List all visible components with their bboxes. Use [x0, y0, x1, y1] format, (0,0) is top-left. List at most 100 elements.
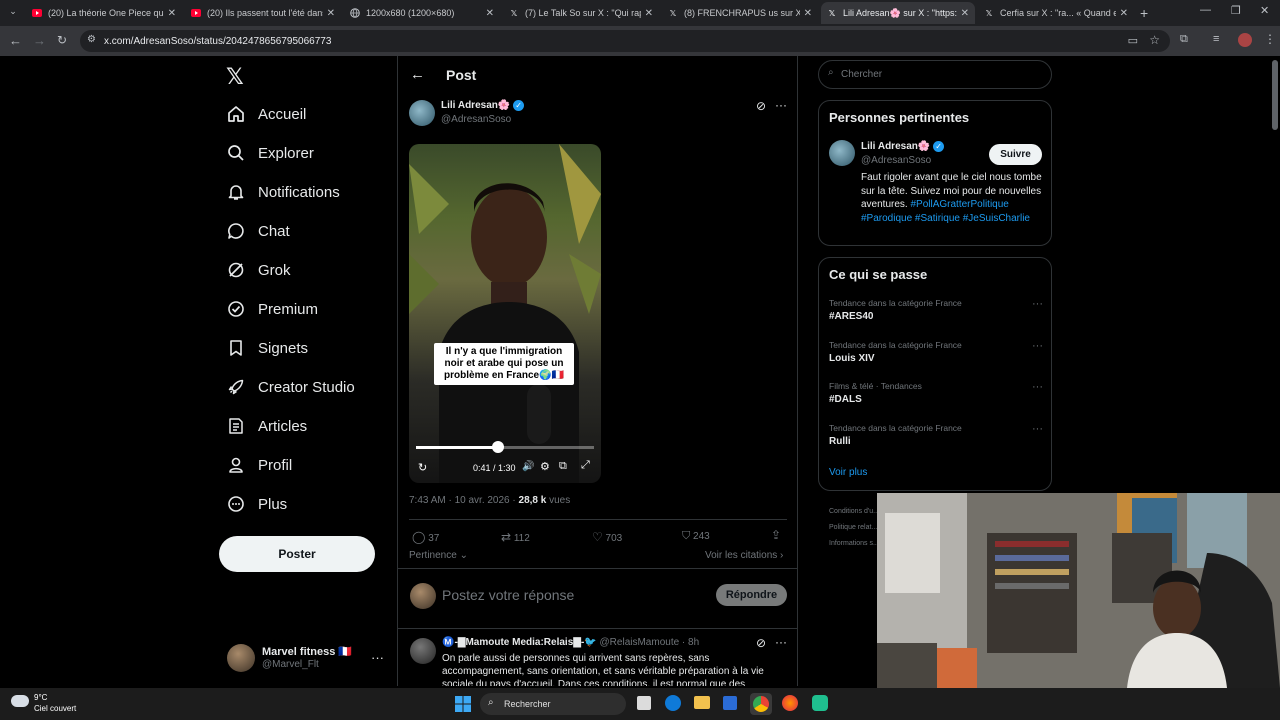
grok-icon[interactable]: ⊘: [756, 99, 766, 113]
search-input[interactable]: ⌕ Chercher: [818, 60, 1052, 89]
restore-icon[interactable]: ❐: [1231, 4, 1241, 17]
trend-more-icon[interactable]: ···: [1032, 423, 1043, 435]
like-stat[interactable]: ♡ 703: [592, 530, 622, 544]
app-icon[interactable]: [812, 695, 828, 711]
tab-2[interactable]: (20) Ils passent tout l'été dans l... ✕: [185, 2, 341, 24]
nav-articles[interactable]: Articles: [226, 411, 307, 441]
nav-explore[interactable]: Explorer: [226, 138, 314, 168]
post-button[interactable]: Poster: [219, 536, 375, 572]
page-scrollbar[interactable]: [1272, 60, 1278, 130]
video-player[interactable]: Il n'y a que l'immigration noir et arabe…: [409, 144, 601, 483]
chrome-icon[interactable]: [753, 696, 769, 712]
windows-start-icon[interactable]: [455, 696, 471, 717]
task-view-icon[interactable]: [637, 696, 651, 710]
repost-stat[interactable]: ⇄ 112: [501, 530, 530, 544]
nav-more[interactable]: Plus: [226, 489, 287, 519]
tab-3[interactable]: 1200x680 (1200×680) ✕: [344, 2, 500, 24]
close-icon[interactable]: ✕: [327, 8, 335, 19]
footer-link[interactable]: Conditions d'u...: [829, 504, 879, 520]
close-icon[interactable]: ✕: [486, 8, 494, 19]
reply-author-avatar[interactable]: [410, 638, 436, 664]
footer-links: Conditions d'u... Politique relat... Inf…: [829, 504, 879, 552]
tab-1[interactable]: (20) La théorie One Piece qui e... ✕: [26, 2, 182, 24]
nav-creator-studio[interactable]: Creator Studio: [226, 372, 355, 402]
firefox-icon[interactable]: [782, 695, 798, 711]
tab-search-icon[interactable]: ⌄: [6, 6, 20, 20]
close-icon[interactable]: ✕: [804, 8, 812, 19]
grok-icon[interactable]: ⊘: [756, 636, 766, 650]
edge-icon[interactable]: [665, 695, 681, 711]
relevant-name-row[interactable]: Lili Adresan🌸 ✓: [861, 141, 945, 152]
video-scrubber-handle[interactable]: [491, 441, 504, 453]
trend-item[interactable]: Films & télé · Tendances #DALS ···: [829, 381, 1043, 405]
close-icon[interactable]: ✕: [1120, 8, 1128, 19]
trend-item[interactable]: Tendance dans la catégorie France #ARES4…: [829, 298, 1043, 322]
account-avatar[interactable]: [227, 644, 255, 672]
reply-input[interactable]: Postez votre réponse: [442, 587, 574, 603]
minimize-icon[interactable]: —: [1200, 4, 1211, 16]
author-name-row[interactable]: Lili Adresan🌸 ✓: [441, 100, 525, 111]
show-more-link[interactable]: Voir plus: [829, 467, 867, 478]
settings-icon[interactable]: ⚙: [540, 460, 550, 473]
trend-more-icon[interactable]: ···: [1032, 381, 1043, 393]
trend-more-icon[interactable]: ···: [1032, 298, 1043, 310]
grok-icon: [228, 262, 244, 278]
window-close-icon[interactable]: ✕: [1260, 4, 1269, 17]
nav-bookmarks[interactable]: Signets: [226, 333, 308, 363]
tab-7[interactable]: 𝕏 Cerfia sur X : "ra... « Quand e... ✕: [978, 2, 1134, 24]
new-tab-icon[interactable]: +: [1140, 5, 1148, 21]
nav-notifications[interactable]: Notifications: [226, 177, 340, 207]
file-explorer-icon[interactable]: [694, 696, 710, 709]
author-handle[interactable]: @AdresanSoso: [441, 114, 511, 125]
share-icon[interactable]: ⇪: [771, 528, 781, 542]
reply-author-row[interactable]: Ⓜ️-▇Mamoute Media:Relais▇-🐦 @RelaisMamou…: [442, 637, 699, 648]
close-icon[interactable]: ✕: [168, 8, 176, 19]
x-logo-icon[interactable]: 𝕏: [226, 64, 244, 90]
address-bar[interactable]: ⚙ x.com/AdresanSoso/status/2042478656795…: [80, 30, 1170, 52]
tab-6-active[interactable]: 𝕏 Lili Adresan🌸 sur X : "https://t... ✕: [821, 2, 975, 24]
nav-chat[interactable]: Chat: [226, 216, 290, 246]
reply-button[interactable]: Répondre: [716, 584, 787, 606]
footer-link[interactable]: Informations s...: [829, 536, 879, 552]
forward-arrow-icon[interactable]: →: [33, 33, 46, 48]
star-icon[interactable]: ☆: [1149, 33, 1160, 47]
trend-item[interactable]: Tendance dans la catégorie France Rulli …: [829, 423, 1043, 447]
tab-5[interactable]: 𝕏 (8) FRENCHRAPUS us sur X : "... ✕: [662, 2, 818, 24]
post-more-icon[interactable]: ···: [775, 98, 787, 112]
media-icon[interactable]: ≡: [1213, 33, 1219, 45]
volume-icon[interactable]: 🔊: [522, 461, 534, 472]
video-progress-track[interactable]: [416, 441, 594, 453]
view-quotes-link[interactable]: Voir les citations ›: [705, 550, 783, 561]
author-avatar[interactable]: [409, 100, 435, 126]
reply-stat[interactable]: ◯ 37: [412, 530, 439, 544]
trend-item[interactable]: Tendance dans la catégorie France Louis …: [829, 340, 1043, 364]
close-icon[interactable]: ✕: [961, 8, 969, 19]
cast-icon[interactable]: ▭: [1128, 34, 1138, 47]
nav-profile[interactable]: Profil: [226, 450, 292, 480]
reload-icon[interactable]: ↻: [57, 33, 67, 47]
taskbar-search[interactable]: ⌕ Rechercher: [480, 693, 626, 715]
close-icon[interactable]: ✕: [645, 8, 653, 19]
reply-more-icon[interactable]: ···: [775, 635, 787, 649]
replay-icon[interactable]: ↻: [418, 461, 427, 474]
relevant-avatar[interactable]: [829, 140, 855, 166]
store-icon[interactable]: [723, 696, 737, 710]
back-icon[interactable]: ←: [410, 66, 425, 83]
nav-grok[interactable]: Grok: [226, 255, 291, 285]
account-more-icon[interactable]: ···: [371, 650, 384, 665]
nav-home[interactable]: Accueil: [226, 99, 306, 129]
nav-premium[interactable]: Premium: [226, 294, 318, 324]
profile-avatar-icon[interactable]: [1238, 33, 1252, 47]
trend-more-icon[interactable]: ···: [1032, 340, 1043, 352]
back-arrow-icon[interactable]: ←: [9, 33, 22, 48]
footer-link[interactable]: Politique relat...: [829, 520, 879, 536]
pip-icon[interactable]: ⧉: [559, 460, 567, 473]
extensions-icon[interactable]: ⧉: [1180, 33, 1188, 46]
sort-dropdown[interactable]: Pertinence ⌄: [409, 550, 468, 561]
kebab-menu-icon[interactable]: ⋮: [1264, 32, 1276, 46]
bookmark-stat[interactable]: ⛉ 243: [682, 530, 710, 543]
site-info-icon[interactable]: ⚙: [87, 34, 96, 45]
follow-button[interactable]: Suivre: [989, 144, 1042, 165]
tab-4[interactable]: 𝕏 (7) Le Talk So sur X : "Qui rap le... …: [503, 2, 659, 24]
fullscreen-icon[interactable]: ⤢: [581, 459, 590, 472]
